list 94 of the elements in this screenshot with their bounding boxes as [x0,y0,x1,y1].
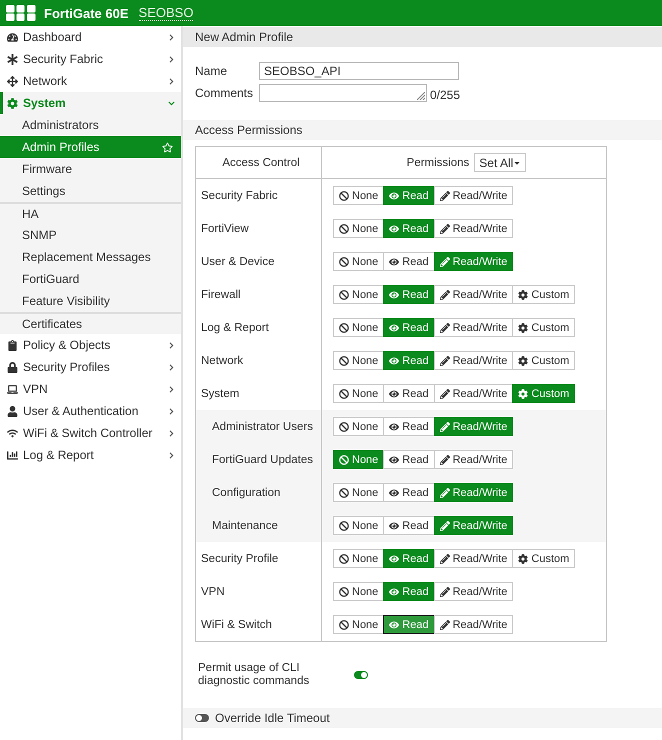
permission-option[interactable]: Read/Write [434,351,514,370]
permission-option[interactable]: Custom [512,285,576,304]
sidebar-item[interactable]: Dashboard [0,26,181,48]
permission-option[interactable]: Read/Write [434,549,514,568]
permission-name: User & Device [201,256,274,268]
sidebar-subitem[interactable]: Certificates [0,312,181,334]
permission-option[interactable]: Read/Write [434,615,514,634]
sidebar-subitem[interactable]: Feature Visibility [0,290,181,312]
field-label: Name [195,64,228,78]
sidebar-item[interactable]: Security Profiles [0,356,181,378]
permission-name: Security Profile [201,552,278,564]
sidebar-item[interactable]: Log & Report [0,444,181,466]
permission-option[interactable]: Read/Write [434,318,514,337]
setting-label: Permit usage of CLI diagnostic commands [198,662,310,688]
permission-name: Security Fabric [201,190,278,202]
permission-option[interactable]: Read [383,351,435,370]
sidebar-item[interactable]: VPN [0,378,181,400]
permission-name: FortiGuard Updates [212,454,313,466]
column-header: Permissions [406,156,470,168]
permission-option[interactable]: None [333,186,384,205]
permission-option[interactable]: None [333,417,384,436]
permission-option[interactable]: Read/Write [434,384,514,403]
sidebar-subitem[interactable]: Settings [0,180,181,202]
permission-option[interactable]: None [333,582,384,601]
permission-option[interactable]: Read [383,186,435,205]
permission-option[interactable]: Read [383,252,435,271]
sidebar-subitem[interactable]: Admin Profiles [0,136,181,158]
set-all-button[interactable]: Set All [474,153,526,172]
permission-option[interactable]: None [333,615,384,634]
sidebar-subitem[interactable]: FortiGuard [0,268,181,290]
sidebar-item[interactable]: Security Fabric [0,48,181,70]
permission-option[interactable]: Read [383,516,435,535]
permission-name: System [201,388,240,400]
permission-option[interactable]: None [333,285,384,304]
permission-option[interactable]: Custom [512,318,576,337]
permission-option[interactable]: None [333,351,384,370]
permission-option[interactable]: Read [383,384,435,403]
permission-option[interactable]: Read [383,483,435,502]
permission-name: Maintenance [212,520,278,532]
permission-option[interactable]: None [333,549,384,568]
permission-option[interactable]: Custom [512,549,576,568]
permission-name: Log & Report [201,322,269,334]
permission-option[interactable]: Read/Write [434,252,514,271]
field-label: Comments [195,86,254,100]
permission-option[interactable]: Read/Write [434,582,514,601]
permission-name: Network [201,354,244,366]
permission-option[interactable]: None [333,318,384,337]
permission-name: Firewall [201,288,241,300]
permission-option[interactable]: Read/Write [434,219,514,238]
permission-option[interactable]: None [333,450,384,469]
permission-option[interactable]: Read [383,450,435,469]
sidebar-subitem[interactable]: HA [0,202,181,224]
sidebar-subitem[interactable]: Administrators [0,114,181,136]
permission-name: Administrator Users [212,420,313,432]
permission-name: VPN [201,586,225,598]
permission-option[interactable]: Read [383,285,435,304]
permission-option[interactable]: Read/Write [434,483,514,502]
permission-option[interactable]: Read [383,318,435,337]
name-field[interactable]: SEOBSO_API [259,62,459,80]
permission-option[interactable]: Read/Write [434,450,514,469]
character-counter: 0/255 [430,88,460,102]
column-header: Access Control [222,156,300,168]
permission-option[interactable]: Read [383,582,435,601]
sidebar-subitem[interactable]: Replacement Messages [0,246,181,268]
permission-option[interactable]: Read [383,417,435,436]
sidebar-item[interactable]: Network [0,70,181,92]
permission-name: WiFi & Switch [201,618,272,630]
setting-label: Override Idle Timeout [215,711,330,725]
sidebar-item[interactable]: User & Authentication [0,400,181,422]
permission-option[interactable]: None [333,516,384,535]
permission-option[interactable]: Read/Write [434,186,514,205]
permission-option[interactable]: None [333,219,384,238]
page-title: New Admin Profile [183,27,662,47]
sidebar-subitem[interactable]: SNMP [0,224,181,246]
permission-option[interactable]: Custom [512,351,576,370]
sidebar-subitem[interactable]: Firmware [0,158,181,180]
permission-option[interactable]: Read/Write [434,417,514,436]
sidebar-item[interactable]: System [0,92,181,114]
section-title: Access Permissions [183,120,662,140]
product-name: FortiGate 60E [44,6,129,20]
hostname-link[interactable]: SEOBSO [138,5,194,21]
permission-option[interactable]: Read/Write [434,516,514,535]
permission-option[interactable]: None [333,483,384,502]
permission-option[interactable]: Custom [512,384,576,403]
permission-option[interactable]: Read [383,549,435,568]
permission-option[interactable]: Read [383,615,435,634]
permission-option[interactable]: Read/Write [434,285,514,304]
permission-option[interactable]: None [333,252,384,271]
sidebar-item[interactable]: WiFi & Switch Controller [0,422,181,444]
sidebar-item[interactable]: Policy & Objects [0,334,181,356]
permission-option[interactable]: Read [383,219,435,238]
permission-option[interactable]: None [333,384,384,403]
permission-name: FortiView [201,222,249,234]
permission-name: Configuration [212,486,280,498]
